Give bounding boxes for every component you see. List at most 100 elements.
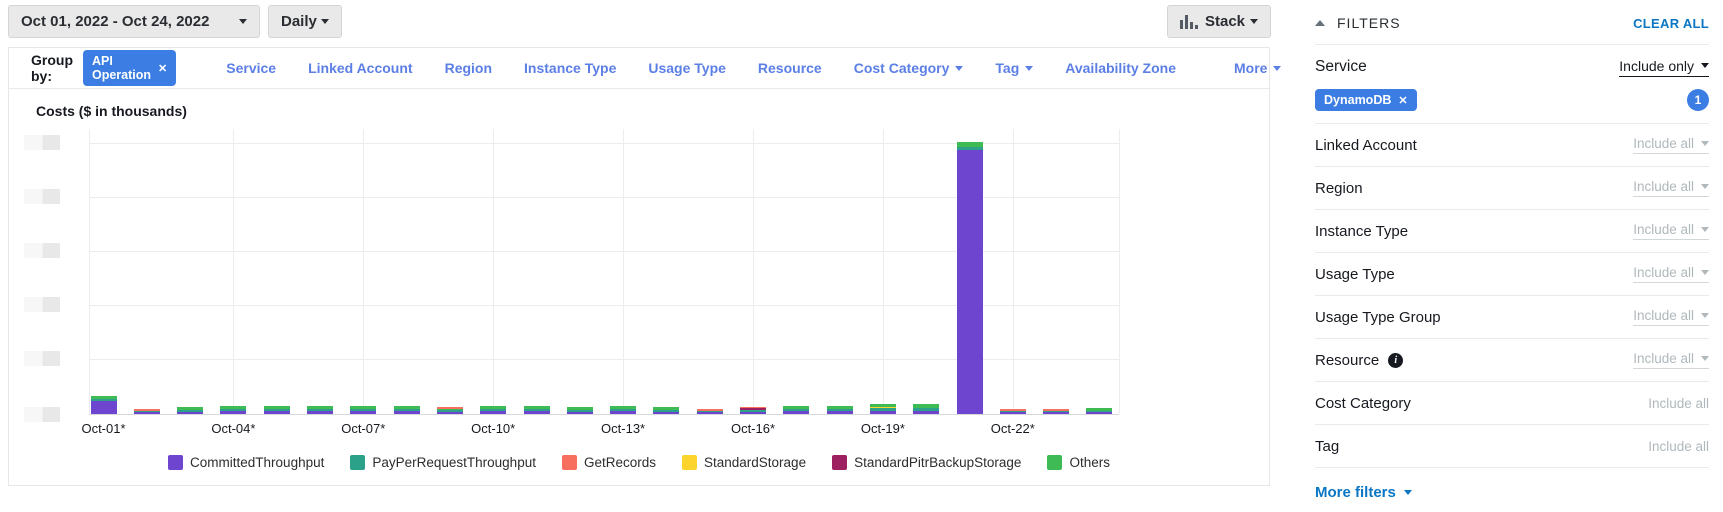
group-by-option-service[interactable]: Service	[210, 60, 292, 76]
filter-value-dropdown[interactable]: Include all	[1633, 179, 1709, 197]
bar-segment-committedthroughput[interactable]	[393, 411, 420, 414]
bar-segment-committedthroughput[interactable]	[133, 412, 160, 414]
filter-label: Resource i	[1315, 352, 1404, 369]
filter-value-dropdown[interactable]: Include all	[1633, 308, 1709, 326]
bar-stack-oct-14[interactable]	[653, 407, 680, 414]
more-filters-button[interactable]: More filters	[1315, 484, 1412, 501]
remove-chip-icon[interactable]: ✕	[1398, 94, 1407, 107]
bar-stack-oct-06[interactable]	[307, 406, 333, 414]
group-by-option-instance-type[interactable]: Instance Type	[508, 60, 632, 76]
bar-segment-committedthroughput[interactable]	[523, 411, 550, 414]
filters-header[interactable]: FILTERS	[1315, 15, 1401, 31]
bar-segment-committedthroughput[interactable]	[869, 411, 896, 414]
bar-stack-oct-13[interactable]	[610, 406, 637, 414]
bar-segment-committedthroughput[interactable]	[90, 401, 117, 414]
bar-segment-committedthroughput[interactable]	[350, 411, 377, 414]
filter-value-dropdown[interactable]: Include all	[1633, 136, 1709, 154]
bar-stack-oct-07[interactable]	[350, 406, 377, 414]
bar-stack-oct-20[interactable]	[913, 404, 940, 414]
bar-stack-oct-21[interactable]	[956, 142, 983, 414]
bar-stack-oct-17[interactable]	[783, 406, 810, 414]
chart-style-button[interactable]: Stack	[1167, 5, 1271, 38]
group-by-option-region[interactable]: Region	[429, 60, 508, 76]
bar-segment-committedthroughput[interactable]	[220, 411, 247, 414]
bar-segment-committedthroughput[interactable]	[653, 412, 680, 414]
bar-stack-oct-05[interactable]	[263, 406, 290, 414]
group-by-option-resource[interactable]: Resource	[742, 60, 838, 76]
filters-title: FILTERS	[1337, 15, 1401, 31]
bar-stack-oct-12[interactable]	[566, 407, 593, 414]
bar-stack-oct-18[interactable]	[826, 406, 853, 414]
filter-value-text: Include all	[1633, 222, 1694, 237]
bar-stack-oct-03[interactable]	[177, 407, 204, 414]
group-by-option-tag[interactable]: Tag	[979, 60, 1049, 76]
bar-segment-committedthroughput[interactable]	[1043, 412, 1070, 414]
legend-item-payperrequestthroughput[interactable]: PayPerRequestThroughput	[350, 455, 536, 470]
bar-stack-oct-10[interactable]	[480, 406, 507, 414]
bar-segment-committedthroughput[interactable]	[436, 412, 463, 414]
bar-segment-committedthroughput[interactable]	[956, 150, 983, 414]
bar-segment-committedthroughput[interactable]	[1086, 412, 1113, 414]
legend-item-others[interactable]: Others	[1047, 455, 1110, 470]
legend-label: StandardStorage	[704, 455, 807, 470]
bar-stack-oct-24[interactable]	[1086, 408, 1113, 414]
bar-segment-committedthroughput[interactable]	[610, 411, 637, 414]
filter-row-service: Service Include only	[1315, 45, 1709, 89]
bar-segment-committedthroughput[interactable]	[913, 411, 940, 414]
legend-item-committedthroughput[interactable]: CommittedThroughput	[168, 455, 324, 470]
bar-segment-committedthroughput[interactable]	[826, 411, 853, 414]
filter-value-dropdown[interactable]: Include all	[1633, 265, 1709, 283]
group-by-chip-api-operation[interactable]: API Operation ✕	[83, 50, 177, 86]
bar-stack-oct-22[interactable]	[999, 409, 1026, 414]
filter-label: Region	[1315, 180, 1363, 197]
remove-chip-icon[interactable]: ✕	[158, 62, 167, 75]
bar-stack-oct-15[interactable]	[696, 409, 723, 414]
bar-stack-oct-16[interactable]	[740, 407, 766, 414]
service-mode-dropdown[interactable]: Include only	[1619, 58, 1709, 77]
filter-value-text: Include all	[1648, 395, 1709, 411]
group-by-option-label: Linked Account	[308, 60, 413, 76]
y-axis-redacted-tick	[24, 297, 60, 312]
x-axis-label: Oct-10*	[471, 421, 516, 436]
bar-segment-committedthroughput[interactable]	[480, 411, 507, 414]
bar-segment-committedthroughput[interactable]	[696, 412, 723, 414]
bar-segment-committedthroughput[interactable]	[566, 412, 593, 414]
bar-stack-oct-23[interactable]	[1043, 409, 1070, 414]
legend-item-standardpitrbackupstorage[interactable]: StandardPitrBackupStorage	[832, 455, 1021, 470]
filter-value-dropdown[interactable]: Include all	[1633, 351, 1709, 369]
date-range-button[interactable]: Oct 01, 2022 - Oct 24, 2022	[8, 5, 260, 38]
bar-stack-oct-11[interactable]	[523, 406, 550, 414]
info-icon[interactable]: i	[1388, 352, 1404, 368]
chevron-down-icon	[1701, 270, 1709, 275]
filter-label-text: Tag	[1315, 437, 1340, 455]
bar-stack-oct-09[interactable]	[436, 407, 463, 414]
bar-stack-oct-04[interactable]	[220, 406, 247, 414]
bar-stack-oct-19[interactable]	[869, 404, 896, 414]
service-chip-row: DynamoDB ✕ 1	[1315, 89, 1709, 123]
filter-label-text: Region	[1315, 179, 1363, 197]
bar-segment-committedthroughput[interactable]	[307, 411, 333, 414]
legend-label: StandardPitrBackupStorage	[854, 455, 1022, 470]
bar-segment-committedthroughput[interactable]	[263, 411, 290, 414]
gridline	[233, 129, 235, 414]
bar-segment-committedthroughput[interactable]	[177, 412, 204, 414]
x-axis-label: Oct-16*	[730, 421, 776, 436]
bar-segment-committedthroughput[interactable]	[783, 411, 810, 414]
group-by-option-usage-type[interactable]: Usage Type	[632, 60, 742, 76]
clear-all-button[interactable]: CLEAR ALL	[1633, 16, 1709, 31]
legend-item-getrecords[interactable]: GetRecords	[561, 455, 656, 470]
granularity-button[interactable]: Daily	[268, 5, 342, 38]
bar-stack-oct-01[interactable]	[90, 396, 117, 414]
bar-stack-oct-02[interactable]	[133, 409, 160, 414]
bar-stack-oct-08[interactable]	[393, 406, 420, 414]
service-chip-dynamodb[interactable]: DynamoDB ✕	[1315, 89, 1417, 111]
bar-segment-committedthroughput[interactable]	[999, 412, 1026, 414]
group-by-option-more[interactable]: More	[1218, 60, 1297, 76]
filter-value-dropdown[interactable]: Include all	[1633, 222, 1709, 240]
gridline	[363, 129, 365, 414]
group-by-option-linked-account[interactable]: Linked Account	[292, 60, 429, 76]
group-by-option-availability-zone[interactable]: Availability Zone	[1049, 60, 1192, 76]
group-by-option-cost-category[interactable]: Cost Category	[838, 60, 980, 76]
legend-item-standardstorage[interactable]: StandardStorage	[682, 455, 806, 470]
bar-segment-committedthroughput[interactable]	[740, 412, 766, 414]
